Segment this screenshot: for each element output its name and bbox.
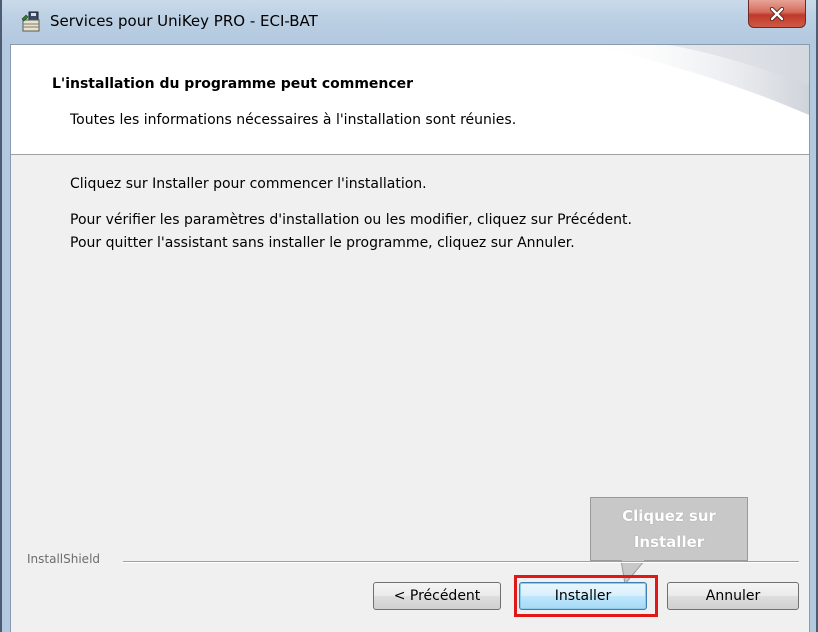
callout-tooltip: Cliquez sur Installer <box>590 497 748 561</box>
install-highlight <box>514 575 658 617</box>
header-panel: L'installation du programme peut commenc… <box>11 45 809 155</box>
callout-text: Cliquez sur <box>622 507 716 525</box>
dialog-content: L'installation du programme peut commenc… <box>10 44 810 632</box>
window-title: Services pour UniKey PRO - ECI-BAT <box>50 12 318 30</box>
page-subtitle: Toutes les informations nécessaires à l'… <box>70 112 517 128</box>
close-icon <box>769 6 785 21</box>
installer-icon <box>20 11 42 33</box>
close-button[interactable] <box>748 0 806 28</box>
installshield-label: InstallShield <box>27 552 101 566</box>
callout-text: Installer <box>633 533 705 551</box>
back-button[interactable]: < Précédent <box>373 582 501 610</box>
instruction-text: Pour quitter l'assistant sans installer … <box>70 235 575 251</box>
instruction-text: Cliquez sur Installer pour commencer l'i… <box>70 176 427 192</box>
instruction-text: Pour vérifier les paramètres d'installat… <box>70 212 632 228</box>
cancel-button[interactable]: Annuler <box>667 582 799 610</box>
title-bar[interactable]: Services pour UniKey PRO - ECI-BAT <box>4 0 814 44</box>
installer-window: Services pour UniKey PRO - ECI-BAT L'ins… <box>0 0 818 632</box>
page-title: L'installation du programme peut commenc… <box>52 76 414 92</box>
footer-divider <box>123 561 799 563</box>
header-decoration <box>589 45 809 115</box>
